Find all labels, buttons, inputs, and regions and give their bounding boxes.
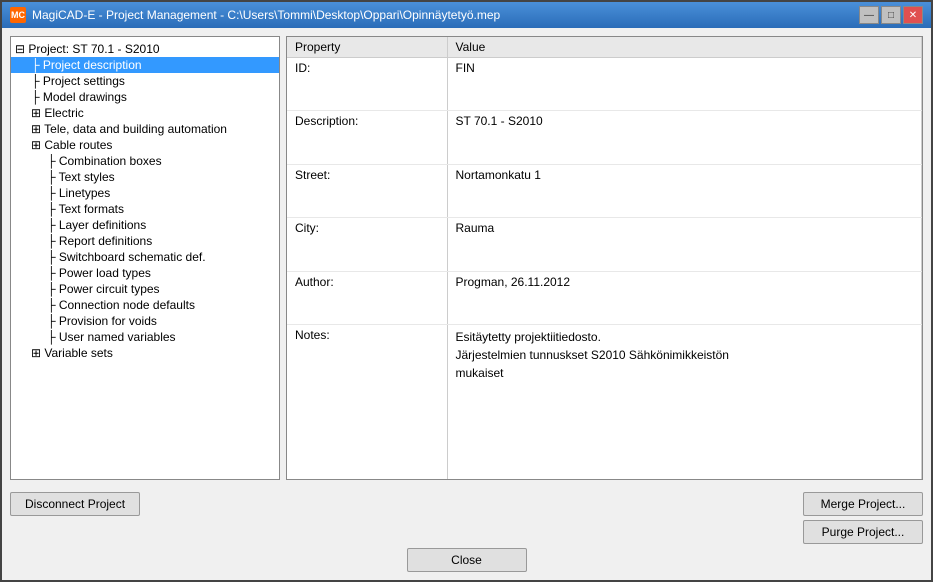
button-row-1: Disconnect Project Merge Project...: [10, 492, 923, 516]
properties-panel: Property Value ID:FINDescription:ST 70.1…: [286, 36, 923, 480]
property-label: Street:: [287, 164, 447, 217]
tree-item-layer-definitions[interactable]: ├ Layer definitions: [11, 217, 279, 233]
table-row: City:Rauma: [287, 218, 922, 271]
property-label: Description:: [287, 111, 447, 164]
close-button[interactable]: Close: [407, 548, 527, 572]
tree-item-variable-sets[interactable]: ⊞ Variable sets: [11, 345, 279, 361]
tree-item-user-named-variables[interactable]: ├ User named variables: [11, 329, 279, 345]
tree-item-model-drawings[interactable]: ├ Model drawings: [11, 89, 279, 105]
property-value: Rauma: [447, 218, 922, 271]
table-row: Notes:Esitäytetty projektiitiedosto. Jär…: [287, 325, 922, 479]
tree-item-provision-for-voids[interactable]: ├ Provision for voids: [11, 313, 279, 329]
tree-item-text-formats[interactable]: ├ Text formats: [11, 201, 279, 217]
window-controls: — □ ✕: [859, 6, 923, 24]
tree-item-linetypes[interactable]: ├ Linetypes: [11, 185, 279, 201]
bottom-section: Disconnect Project Merge Project... Purge …: [2, 488, 931, 580]
tree-item-report-definitions[interactable]: ├ Report definitions: [11, 233, 279, 249]
button-row-3: Close: [10, 548, 923, 572]
tree-item-combination-boxes[interactable]: ├ Combination boxes: [11, 153, 279, 169]
property-value: ST 70.1 - S2010: [447, 111, 922, 164]
tree-item-power-circuit-types[interactable]: ├ Power circuit types: [11, 281, 279, 297]
tree-item-project-settings[interactable]: ├ Project settings: [11, 73, 279, 89]
property-header: Property: [287, 37, 447, 58]
maximize-button[interactable]: □: [881, 6, 901, 24]
table-row: Description:ST 70.1 - S2010: [287, 111, 922, 164]
tree-panel: ⊟ Project: ST 70.1 - S2010├ Project desc…: [10, 36, 280, 480]
title-bar: MC MagiCAD-E - Project Management - C:\U…: [2, 2, 931, 28]
property-value: Esitäytetty projektiitiedosto. Järjestel…: [447, 325, 922, 479]
disconnect-project-button[interactable]: Disconnect Project: [10, 492, 140, 516]
tree-item-power-load-types[interactable]: ├ Power load types: [11, 265, 279, 281]
property-value: Progman, 26.11.2012: [447, 271, 922, 324]
property-table: Property Value ID:FINDescription:ST 70.1…: [287, 37, 922, 479]
button-row-2: Purge Project...: [10, 520, 923, 544]
app-icon: MC: [10, 7, 26, 23]
tree-item-project-root[interactable]: ⊟ Project: ST 70.1 - S2010: [11, 41, 279, 57]
tree-item-connection-node-defaults[interactable]: ├ Connection node defaults: [11, 297, 279, 313]
tree-item-cable-routes[interactable]: ⊞ Cable routes: [11, 137, 279, 153]
content-area: ⊟ Project: ST 70.1 - S2010├ Project desc…: [2, 28, 931, 488]
table-row: Street:Nortamonkatu 1: [287, 164, 922, 217]
tree-item-switchboard-schematic[interactable]: ├ Switchboard schematic def.: [11, 249, 279, 265]
property-label: Notes:: [287, 325, 447, 479]
property-label: ID:: [287, 58, 447, 111]
close-window-button[interactable]: ✕: [903, 6, 923, 24]
minimize-button[interactable]: —: [859, 6, 879, 24]
value-header: Value: [447, 37, 922, 58]
window-title: MagiCAD-E - Project Management - C:\User…: [32, 8, 500, 22]
tree-item-tele-data[interactable]: ⊞ Tele, data and building automation: [11, 121, 279, 137]
purge-project-button[interactable]: Purge Project...: [803, 520, 923, 544]
tree-item-project-description[interactable]: ├ Project description: [11, 57, 279, 73]
tree-item-text-styles[interactable]: ├ Text styles: [11, 169, 279, 185]
property-label: Author:: [287, 271, 447, 324]
property-value: Nortamonkatu 1: [447, 164, 922, 217]
table-row: Author:Progman, 26.11.2012: [287, 271, 922, 324]
main-window: MC MagiCAD-E - Project Management - C:\U…: [0, 0, 933, 582]
merge-project-button[interactable]: Merge Project...: [803, 492, 923, 516]
tree-item-electric[interactable]: ⊞ Electric: [11, 105, 279, 121]
property-value: FIN: [447, 58, 922, 111]
property-label: City:: [287, 218, 447, 271]
table-row: ID:FIN: [287, 58, 922, 111]
